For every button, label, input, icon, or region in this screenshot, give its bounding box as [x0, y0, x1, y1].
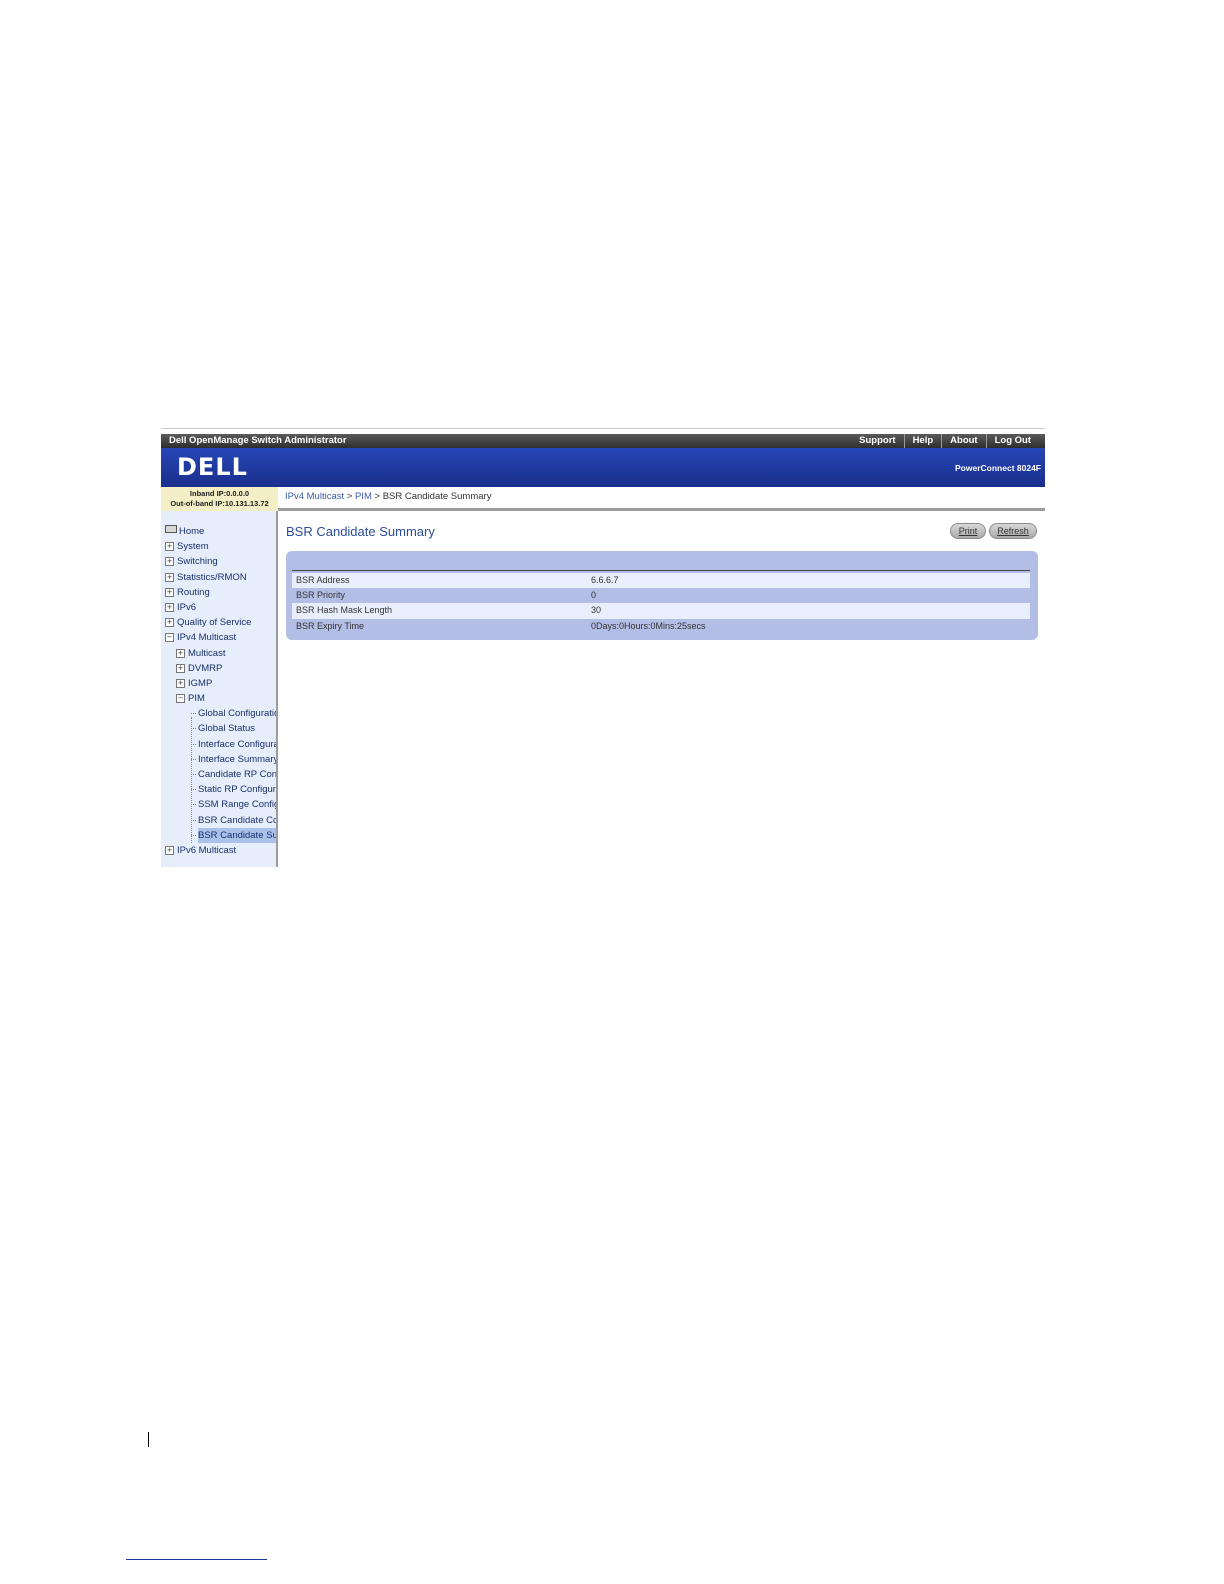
sidebar-item-system[interactable]: + System	[161, 539, 276, 554]
row-value: 30	[591, 605, 602, 616]
breadcrumb: IPv4 Multicast > PIM > BSR Candidate Sum…	[278, 487, 1045, 511]
summary-table: BSR Address 6.6.6.7 BSR Priority 0 BSR H…	[292, 573, 1030, 634]
sidebar-item-pim[interactable]: − PIM	[161, 691, 276, 706]
dell-logo: DELL	[177, 453, 248, 481]
logout-link[interactable]: Log Out	[985, 434, 1039, 448]
expand-plus-icon[interactable]: +	[176, 648, 185, 658]
sidebar-item-global-status[interactable]: Global Status	[161, 721, 276, 736]
table-row: BSR Address 6.6.6.7	[292, 573, 1030, 589]
header-banner: DELL PowerConnect 8024F	[161, 448, 1045, 487]
expand-plus-icon[interactable]: +	[165, 602, 174, 612]
support-link[interactable]: Support	[851, 434, 903, 448]
top-links: Support Help About Log Out	[851, 434, 1039, 448]
refresh-button[interactable]: Refresh	[989, 523, 1037, 539]
page-margin-bar	[148, 1432, 149, 1447]
expand-plus-icon[interactable]: +	[165, 587, 174, 597]
sidebar-item-candidate-rp-configuration[interactable]: Candidate RP Confi	[161, 767, 276, 782]
app-title: Dell OpenManage Switch Administrator	[169, 435, 347, 446]
footnote-rule	[126, 1559, 267, 1560]
sidebar-item-igmp[interactable]: + IGMP	[161, 676, 276, 691]
row-value: 0	[591, 590, 597, 601]
sidebar-item-static-rp-configuration[interactable]: Static RP Configura	[161, 782, 276, 797]
breadcrumb-separator: >	[371, 491, 383, 502]
browser-screenshot: Dell OpenManage Switch Administrator Sup…	[161, 428, 1045, 867]
summary-panel: BSR Address 6.6.6.7 BSR Priority 0 BSR H…	[286, 551, 1038, 640]
sidebar-item-global-configuration[interactable]: Global Configuration	[161, 706, 276, 721]
page-title: BSR Candidate Summary	[286, 524, 435, 539]
sidebar-item-bsr-candidate-summary[interactable]: BSR Candidate Sur	[161, 827, 276, 843]
ip-info-box: Inband IP:0.0.0.0 Out-of-band IP:10.131.…	[161, 487, 278, 511]
breadcrumb-ipv4-multicast[interactable]: IPv4 Multicast	[285, 491, 344, 502]
expand-plus-icon[interactable]: +	[176, 663, 185, 673]
collapse-minus-icon[interactable]: −	[176, 694, 185, 704]
expand-plus-icon[interactable]: +	[165, 542, 174, 552]
breadcrumb-separator: >	[344, 491, 355, 502]
table-header-rule	[292, 570, 1030, 571]
sidebar-item-interface-configuration[interactable]: Interface Configurati	[161, 737, 276, 752]
main-content: BSR Candidate Summary Print Refresh BSR …	[278, 514, 1045, 867]
help-link[interactable]: Help	[903, 434, 942, 448]
row-label: BSR Hash Mask Length	[296, 605, 393, 616]
expand-plus-icon[interactable]: +	[176, 678, 185, 688]
inband-ip: Inband IP:0.0.0.0	[189, 489, 250, 498]
table-row: BSR Expiry Time 0Days:0Hours:0Mins:25sec…	[292, 619, 1030, 634]
row-label: BSR Address	[296, 575, 350, 585]
row-label: BSR Priority	[296, 590, 346, 601]
sidebar-item-routing[interactable]: + Routing	[161, 585, 276, 600]
sidebar-item-home[interactable]: Home	[161, 524, 276, 539]
product-name: PowerConnect 8024F	[955, 463, 1041, 473]
row-value: 0Days:0Hours:0Mins:25secs	[591, 620, 706, 631]
sidebar-item-ipv4-multicast[interactable]: − IPv4 Multicast	[161, 630, 276, 645]
sidebar-item-bsr-candidate-configuration[interactable]: BSR Candidate Cor	[161, 813, 276, 828]
print-button[interactable]: Print	[950, 523, 986, 539]
sidebar-item-ssm-range-configuration[interactable]: SSM Range Configu	[161, 797, 276, 812]
row-value: 6.6.6.7	[591, 575, 619, 585]
expand-plus-icon[interactable]: +	[165, 845, 174, 855]
expand-plus-icon[interactable]: +	[165, 572, 174, 582]
sidebar-item-dvmrp[interactable]: + DVMRP	[161, 661, 276, 676]
collapse-minus-icon[interactable]: −	[165, 633, 174, 643]
expand-plus-icon[interactable]: +	[165, 557, 174, 567]
breadcrumb-current: BSR Candidate Summary	[382, 491, 492, 502]
sidebar-item-ipv6[interactable]: + IPv6	[161, 600, 276, 615]
expand-plus-icon[interactable]: +	[165, 618, 174, 628]
table-row: BSR Hash Mask Length 30	[292, 603, 1030, 619]
sidebar-item-interface-summary[interactable]: Interface Summary	[161, 752, 276, 767]
out-of-band-ip: Out-of-band IP:10.131.13.72	[170, 499, 269, 508]
about-link[interactable]: About	[941, 434, 985, 448]
table-row: BSR Priority 0	[292, 588, 1030, 603]
sidebar-item-ipv6-multicast[interactable]: + IPv6 Multicast	[161, 843, 276, 858]
sidebar-item-multicast[interactable]: + Multicast	[161, 646, 276, 661]
sidebar-nav: Home + System + Switching + Statistics/RMON…	[161, 511, 278, 867]
breadcrumb-pim[interactable]: PIM	[355, 491, 372, 502]
row-label: BSR Expiry Time	[296, 620, 365, 631]
sidebar-item-qos[interactable]: + Quality of Service	[161, 615, 276, 630]
sidebar-item-switching[interactable]: + Switching	[161, 554, 276, 569]
top-bar: Dell OpenManage Switch Administrator Sup…	[161, 434, 1045, 448]
home-icon	[165, 525, 177, 533]
sidebar-item-statistics[interactable]: + Statistics/RMON	[161, 570, 276, 585]
